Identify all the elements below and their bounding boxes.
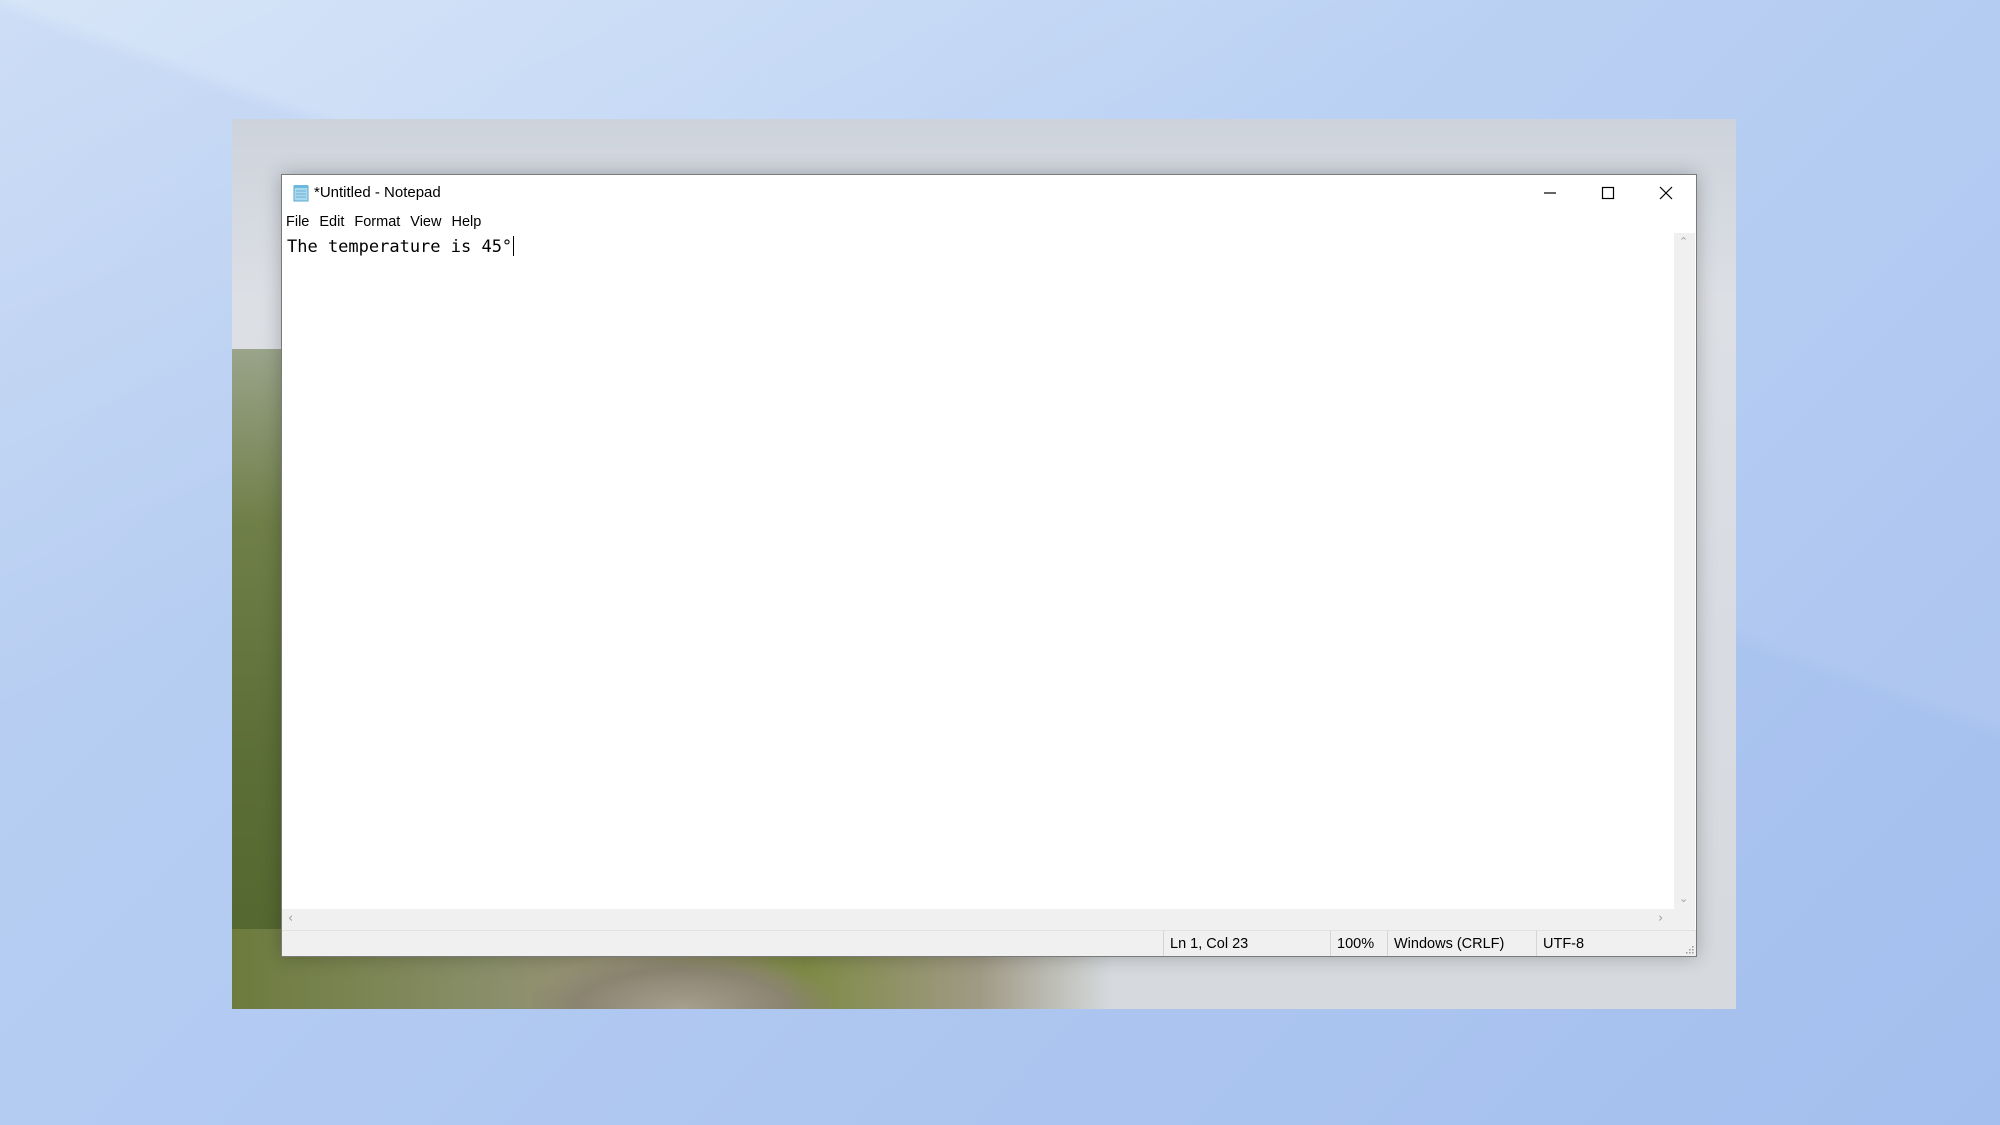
scroll-up-icon[interactable]: ⌃: [1679, 236, 1688, 247]
vertical-scrollbar[interactable]: ⌃ ⌄: [1674, 233, 1695, 909]
menu-file[interactable]: File: [282, 211, 314, 233]
text-caret: [513, 236, 515, 256]
menu-edit[interactable]: Edit: [314, 211, 349, 233]
editor-content: The temperature is 45°: [287, 237, 513, 257]
notepad-window: *Untitled - Notepad File Edit Format Vie…: [281, 174, 1697, 957]
title-bar[interactable]: *Untitled - Notepad: [282, 175, 1696, 211]
status-zoom: 100%: [1330, 931, 1387, 956]
maximize-button[interactable]: [1579, 175, 1637, 211]
resize-grip-icon[interactable]: [1684, 944, 1694, 954]
status-encoding: UTF-8: [1536, 931, 1643, 956]
close-button[interactable]: [1637, 175, 1695, 211]
menu-format[interactable]: Format: [349, 211, 405, 233]
horizontal-scrollbar[interactable]: ‹ ›: [282, 909, 1674, 930]
scroll-left-icon[interactable]: ‹: [288, 912, 293, 925]
notepad-icon[interactable]: [292, 184, 310, 202]
window-title: *Untitled - Notepad: [314, 184, 441, 201]
minimize-icon: [1544, 192, 1556, 194]
text-editor[interactable]: The temperature is 45°: [282, 233, 1674, 909]
menu-bar: File Edit Format View Help: [282, 211, 1696, 233]
menu-view[interactable]: View: [405, 211, 446, 233]
status-cursor-position: Ln 1, Col 23: [1163, 931, 1330, 956]
status-line-ending: Windows (CRLF): [1387, 931, 1534, 956]
maximize-icon: [1601, 186, 1615, 200]
wallpaper-rock: [532, 954, 832, 1009]
scroll-down-icon[interactable]: ⌄: [1679, 893, 1688, 904]
minimize-button[interactable]: [1521, 175, 1579, 211]
scrollbar-corner: [1674, 909, 1695, 930]
close-icon: [1659, 186, 1673, 200]
status-bar: Ln 1, Col 23 100% Windows (CRLF) UTF-8: [282, 930, 1696, 956]
menu-help[interactable]: Help: [446, 211, 486, 233]
scroll-right-icon[interactable]: ›: [1658, 912, 1663, 925]
